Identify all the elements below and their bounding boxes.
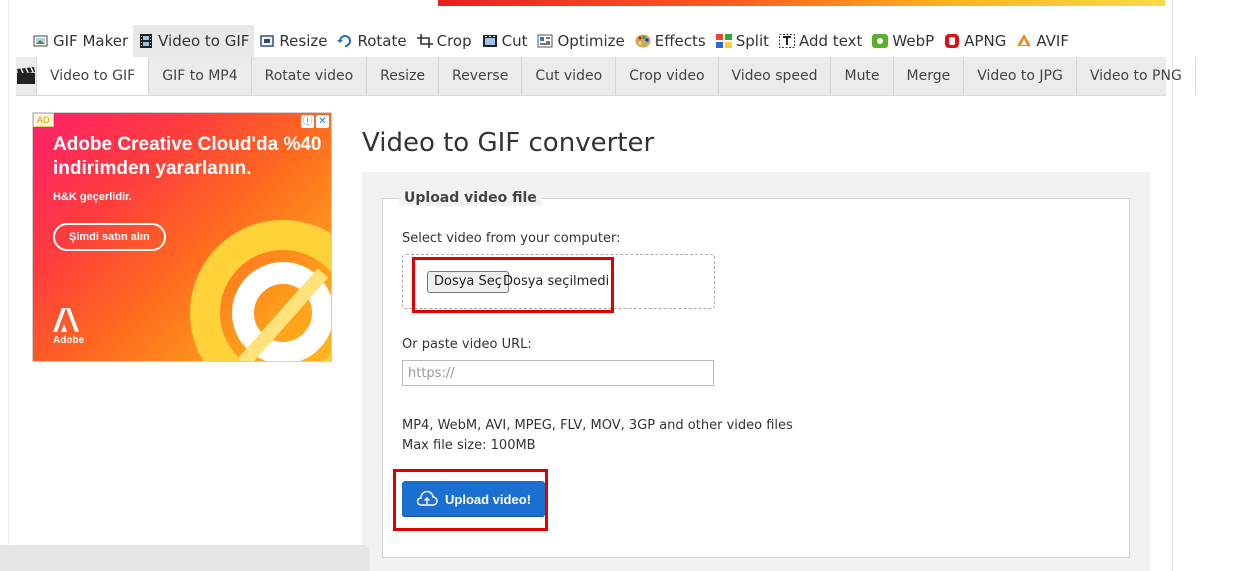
- upload-cloud-icon: [416, 491, 438, 506]
- subnav-mute[interactable]: Mute: [831, 57, 894, 95]
- nav-apng[interactable]: APNG: [939, 25, 1011, 57]
- page-left-edge: [8, 0, 9, 571]
- nav-effects[interactable]: Effects: [630, 25, 711, 57]
- upload-panel: Upload video file Select video from your…: [362, 172, 1150, 571]
- ad-cta-button[interactable]: Şimdi satın alın: [53, 223, 166, 251]
- main-nav: GIF Maker Video to GIF Resize Rotate Cro…: [28, 25, 1074, 57]
- top-ad-banner[interactable]: [438, 0, 1165, 6]
- nav-crop[interactable]: Crop: [412, 25, 477, 57]
- rotate-icon: [337, 34, 353, 48]
- nav-avif-label: AVIF: [1036, 32, 1069, 50]
- nav-add-text-label: Add text: [799, 32, 863, 50]
- ad-info-icon[interactable]: ⓘ: [301, 115, 314, 128]
- film-icon: [138, 34, 154, 48]
- nav-split-label: Split: [735, 32, 769, 50]
- subnav-cut-video[interactable]: Cut video: [522, 57, 617, 95]
- video-url-input[interactable]: [402, 360, 714, 386]
- creative-cloud-graphic: [190, 220, 331, 361]
- nav-optimize[interactable]: Optimize: [532, 25, 629, 57]
- upload-video-button[interactable]: Upload video!: [402, 481, 545, 517]
- adobe-logo-icon: [53, 308, 79, 332]
- ad-headline: Adobe Creative Cloud'da %40 indirimden y…: [53, 134, 322, 179]
- webp-icon: [872, 34, 889, 48]
- file-status-text: Dosya seçilmedi: [503, 274, 610, 289]
- nav-crop-label: Crop: [436, 32, 472, 50]
- subnav-rotate-video[interactable]: Rotate video: [252, 57, 368, 95]
- apng-icon: [944, 34, 960, 48]
- page-title: Video to GIF converter: [362, 128, 655, 158]
- bottom-scrollbar[interactable]: [0, 545, 370, 571]
- choose-file-button[interactable]: Dosya Seç: [427, 271, 509, 293]
- split-icon: [715, 34, 732, 48]
- clapperboard-icon: [16, 57, 36, 95]
- subnav-resize[interactable]: Resize: [367, 57, 440, 95]
- nav-split[interactable]: Split: [711, 25, 774, 57]
- subnav-video-speed[interactable]: Video speed: [719, 57, 832, 95]
- optimize-icon: [537, 34, 553, 48]
- subnav-crop-video[interactable]: Crop video: [616, 57, 719, 95]
- upload-legend: Upload video file: [399, 190, 542, 206]
- max-size-text: Max file size: 100MB: [402, 438, 536, 453]
- select-file-label: Select video from your computer:: [402, 231, 621, 246]
- nav-webp-label: WebP: [892, 32, 935, 50]
- sub-nav: Video to GIF GIF to MP4 Rotate video Res…: [16, 57, 1196, 96]
- subnav-video-to-png[interactable]: Video to PNG: [1077, 57, 1196, 95]
- nav-effects-label: Effects: [654, 32, 706, 50]
- nav-gif-maker-label: GIF Maker: [53, 32, 129, 50]
- subnav-reverse[interactable]: Reverse: [439, 57, 523, 95]
- nav-cut-label: Cut: [501, 32, 528, 50]
- ad-controls: ⓘ ✕: [301, 115, 329, 128]
- avif-icon: [1016, 34, 1032, 48]
- text-icon: [779, 34, 795, 48]
- adobe-logo: Adobe: [53, 308, 84, 346]
- nav-cut[interactable]: Cut: [477, 25, 533, 57]
- ad-subtext: H&K geçerlidir.: [53, 191, 132, 203]
- subnav-video-to-jpg[interactable]: Video to JPG: [964, 57, 1077, 95]
- upload-video-label: Upload video!: [445, 491, 531, 507]
- nav-optimize-label: Optimize: [557, 32, 625, 50]
- subnav-gif-to-mp4[interactable]: GIF to MP4: [149, 57, 252, 95]
- cut-icon: [482, 34, 498, 48]
- nav-avif[interactable]: AVIF: [1011, 25, 1074, 57]
- upload-fieldset: Upload video file Select video from your…: [382, 190, 1130, 558]
- nav-video-to-gif-label: Video to GIF: [158, 32, 250, 50]
- supported-formats-text: MP4, WebM, AVI, MPEG, FLV, MOV, 3GP and …: [402, 418, 793, 433]
- nav-webp[interactable]: WebP: [867, 25, 939, 57]
- nav-resize-label: Resize: [279, 32, 328, 50]
- advertisement[interactable]: AD ⓘ ✕ Adobe Creative Cloud'da %40 indir…: [32, 112, 332, 362]
- adobe-logo-label: Adobe: [53, 335, 85, 346]
- crop-icon: [416, 34, 433, 48]
- url-label: Or paste video URL:: [402, 337, 532, 352]
- file-drop-area[interactable]: Dosya Seç Dosya seçilmedi: [402, 254, 715, 309]
- resize-icon: [259, 34, 275, 48]
- subnav-video-to-gif[interactable]: Video to GIF: [36, 57, 150, 95]
- ad-badge: AD: [33, 113, 54, 127]
- nav-add-text[interactable]: Add text: [774, 25, 867, 57]
- subnav-merge[interactable]: Merge: [894, 57, 965, 95]
- ad-close-icon[interactable]: ✕: [316, 115, 329, 128]
- palette-icon: [635, 34, 651, 48]
- nav-video-to-gif[interactable]: Video to GIF: [133, 25, 255, 57]
- nav-rotate[interactable]: Rotate: [332, 25, 411, 57]
- nav-apng-label: APNG: [964, 32, 1007, 50]
- nav-gif-maker[interactable]: GIF Maker: [28, 25, 133, 57]
- nav-rotate-label: Rotate: [357, 32, 407, 50]
- gif-maker-icon: [33, 34, 49, 48]
- nav-resize[interactable]: Resize: [254, 25, 332, 57]
